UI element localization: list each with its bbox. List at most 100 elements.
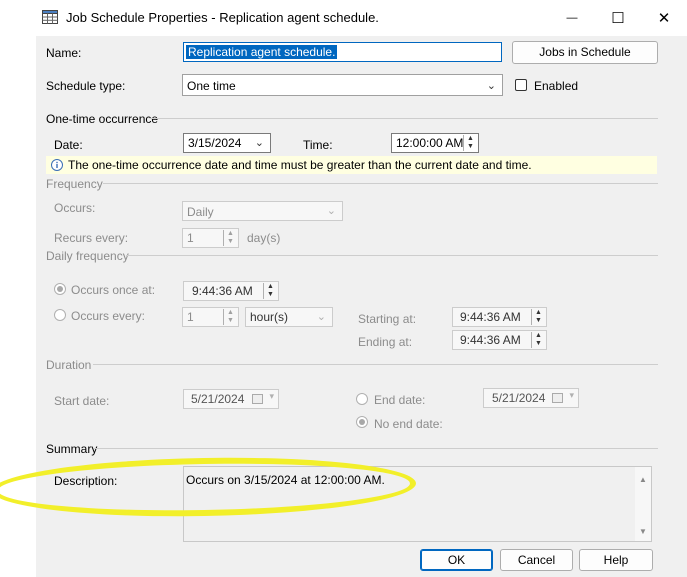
spin-down-icon: ▼ [535,317,542,324]
occurs-every-unit: hour(s) [250,310,289,324]
summary-divider [94,448,658,449]
occurs-every-value: 1 [187,310,194,324]
job-schedule-dialog: Job Schedule Properties - Replication ag… [0,0,687,577]
date-picker[interactable]: 3/15/2024 ⌄ [183,133,271,153]
occurs-once-label: Occurs once at: [71,283,156,297]
close-button[interactable]: ✕ [641,0,687,36]
spin-up-icon: ▲ [535,309,542,316]
end-date-label: End date: [374,393,426,407]
title-bar: Job Schedule Properties - Replication ag… [0,0,687,36]
name-label: Name: [46,46,82,60]
spin-up-icon: ▲ [535,332,542,339]
maximize-icon: ☐ [611,10,625,27]
chevron-down-icon: ⌄ [486,80,496,92]
ending-at-spinner[interactable]: ▲ ▼ [531,332,545,348]
minimize-button[interactable]: — [549,0,595,36]
end-date-picker[interactable]: 5/21/2024 ▾ [483,388,579,408]
starting-at-time[interactable]: 9:44:36 AM ▲ ▼ [452,307,547,327]
spin-up-icon: ▲ [467,135,474,142]
time-label: Time: [303,138,333,152]
maximize-button[interactable]: ☐ [595,0,641,36]
schedule-type-select[interactable]: One time ⌄ [182,74,503,96]
frequency-group-label: Frequency [46,177,103,191]
occurs-every-spinner[interactable]: ▲ ▼ [223,309,237,325]
schedule-type-label: Schedule type: [46,79,126,93]
ending-at-time[interactable]: 9:44:36 AM ▲ ▼ [452,330,547,350]
recurs-spinner[interactable]: ▲ ▼ [223,230,237,246]
no-end-date-label: No end date: [374,417,443,431]
spin-down-icon: ▼ [227,238,234,245]
name-value: Replication agent schedule. [186,45,338,59]
description-scrollbar[interactable]: ▲ ▼ [635,467,651,541]
occurs-once-spinner[interactable]: ▲ ▼ [263,283,277,299]
daily-frequency-divider [126,255,658,256]
cancel-button[interactable]: Cancel [500,549,573,571]
calendar-icon [552,393,563,403]
recurs-every-value: 1 [187,231,194,245]
jobs-in-schedule-button[interactable]: Jobs in Schedule [512,41,658,64]
enabled-label: Enabled [534,79,579,93]
ending-at-value: 9:44:36 AM [460,333,521,347]
ending-at-label: Ending at: [358,335,413,349]
info-message: The one-time occurrence date and time mu… [68,158,532,172]
chevron-down-icon: ▾ [569,390,574,400]
chevron-down-icon: ▾ [269,391,274,401]
occurs-every-radio[interactable] [54,309,66,321]
recurs-every-label: Recurs every: [54,231,129,245]
frequency-divider [103,183,658,184]
starting-at-label: Starting at: [358,312,417,326]
summary-group-label: Summary [46,442,98,456]
name-input[interactable]: Replication agent schedule. [183,42,502,62]
end-date-radio[interactable] [356,393,368,405]
occurs-every-input[interactable]: 1 ▲ ▼ [182,307,239,327]
close-icon: ✕ [657,10,671,27]
occurs-every-label: Occurs every: [71,309,146,323]
occurs-once-value: 9:44:36 AM [192,284,253,298]
duration-divider [93,364,658,365]
grid-app-icon [42,10,58,24]
minimize-icon: — [566,12,578,24]
no-end-date-radio[interactable] [356,416,368,428]
start-date-picker[interactable]: 5/21/2024 ▾ [183,389,279,409]
date-value: 3/15/2024 [188,136,242,150]
spin-up-icon: ▲ [227,309,234,316]
window-title: Job Schedule Properties - Replication ag… [66,10,379,25]
spin-up-icon: ▲ [267,283,274,290]
help-button[interactable]: Help [579,549,653,571]
start-date-value: 5/21/2024 [191,392,245,406]
starting-at-spinner[interactable]: ▲ ▼ [531,309,545,325]
occurs-once-time[interactable]: 9:44:36 AM ▲ ▼ [183,281,279,301]
occurs-every-unit-select[interactable]: hour(s) ⌄ [245,307,333,327]
occurs-once-radio[interactable] [54,283,66,295]
chevron-down-icon: ⌄ [254,137,264,149]
calendar-icon [252,394,263,404]
spin-down-icon: ▼ [267,291,274,298]
spin-down-icon: ▼ [467,143,474,150]
daily-frequency-group-label: Daily frequency [46,249,129,263]
scroll-up-icon[interactable]: ▲ [639,475,647,484]
starting-at-value: 9:44:36 AM [460,310,521,324]
duration-group-label: Duration [46,358,92,372]
recurs-unit: day(s) [247,231,281,245]
one-time-divider [150,118,658,119]
date-label: Date: [54,138,83,152]
time-value: 12:00:00 AM [396,136,464,150]
scroll-down-icon[interactable]: ▼ [639,527,647,536]
spin-down-icon: ▼ [227,317,234,324]
ok-button[interactable]: OK [420,549,493,571]
start-date-label: Start date: [54,394,110,408]
spin-up-icon: ▲ [227,230,234,237]
occurs-value: Daily [187,205,214,219]
end-date-value: 5/21/2024 [492,391,546,405]
info-icon [51,159,63,171]
schedule-type-value: One time [187,79,236,93]
one-time-group-label: One-time occurrence [46,112,159,126]
occurs-label: Occurs: [54,201,96,215]
info-message-bar: The one-time occurrence date and time mu… [46,156,657,174]
time-spinner[interactable]: ▲ ▼ [463,135,477,151]
time-input[interactable]: 12:00:00 AM ▲ ▼ [391,133,479,153]
occurs-select[interactable]: Daily ⌄ [182,201,343,221]
chevron-down-icon: ⌄ [316,311,326,323]
recurs-every-input[interactable]: 1 ▲ ▼ [182,228,239,248]
enabled-checkbox[interactable] [515,79,527,91]
